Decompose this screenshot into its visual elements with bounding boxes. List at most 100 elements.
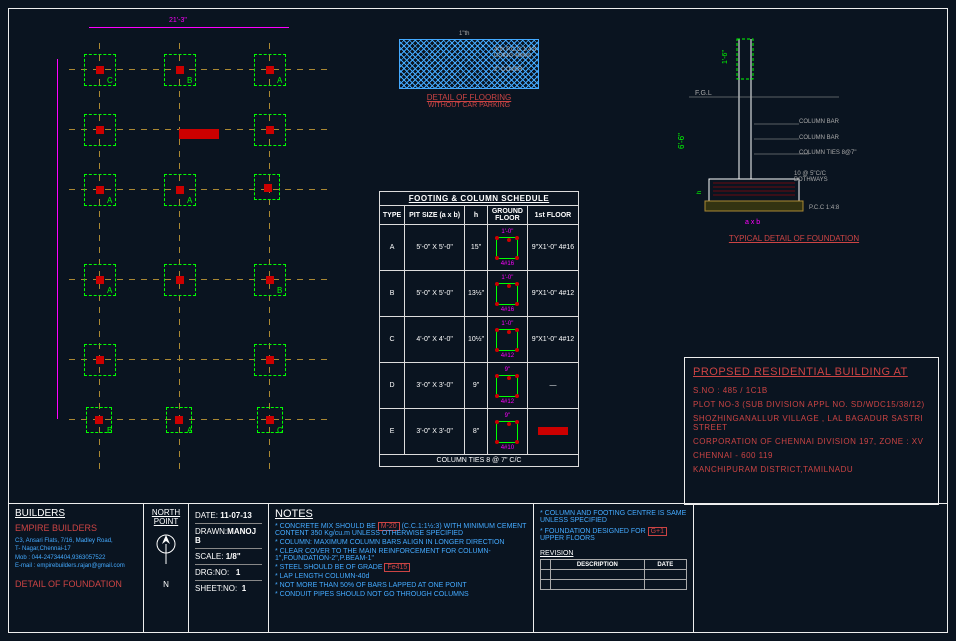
note-item: * CONDUIT PIPES SHOULD NOT GO THROUGH CO… <box>275 591 527 598</box>
svg-text:h: h <box>697 191 703 194</box>
flooring-title: DETAIL OF FLOORING <box>399 93 539 102</box>
drawing-name: DETAIL OF FOUNDATION <box>15 579 137 589</box>
schedule-footer: COLUMN TIES 8 @ 7" C/C <box>380 455 579 467</box>
revision-heading: REVISION <box>540 550 687 557</box>
project-dist: KANCHIPURAM DISTRICT,TAMILNADU <box>693 465 930 474</box>
north-arrow-icon <box>154 532 178 572</box>
note-item: * NOT MORE THAN 50% OF BARS LAPPED AT ON… <box>275 582 527 589</box>
drawn-label: DRAWN: <box>195 527 227 536</box>
foundation-svg: F.G.L a x b 6'-6" 1'-6" h <box>669 29 919 229</box>
note-item: * COLUMN: MAXIMUM COLUMN BARS ALIGN IN L… <box>275 539 527 546</box>
col-label: A <box>187 426 192 435</box>
note-item: * STEEL SHOULD BE OF GRADE Fe415 <box>275 564 527 571</box>
north-letter: N <box>150 580 182 589</box>
schedule-row: B5'-0" X 5'-0"13½" 1'-0"4#16 9"X1'-0" 4#… <box>380 271 579 317</box>
date-value: 11-07-13 <box>220 511 252 520</box>
found-label: 10 @ 5"C/C BOTHWAYS <box>794 171 854 183</box>
extra-note-accent: G+1 <box>648 527 667 536</box>
project-plot: PLOT NO-3 (SUB DIVISION APPL NO. SD/WDC1… <box>693 400 930 409</box>
date-label: DATE: <box>195 511 218 520</box>
schedule-header: 1st FLOOR <box>527 206 578 225</box>
found-label: P.C.C 1:4:8 <box>809 205 839 211</box>
sheet-value: 1 <box>242 584 246 593</box>
svg-text:1'-6": 1'-6" <box>722 50 729 64</box>
col-label: B <box>277 286 282 295</box>
main-drawing-area: 21'-3" C B A A A A B B A <box>9 9 947 504</box>
note-item: * CLEAR COVER TO THE MAIN REINFORCEMENT … <box>275 548 527 562</box>
builders-panel: BUILDERS EMPIRE BUILDERS C3, Ansari Flat… <box>9 504 144 632</box>
revision-table: DESCRIPTIONDATE <box>540 559 687 590</box>
found-label: COLUMN BAR <box>799 135 839 141</box>
svg-text:6'-6": 6'-6" <box>677 133 686 149</box>
col-label: A <box>107 196 112 205</box>
notes-panel: NOTES * CONCRETE MIX SHOULD BE M-20 (C.C… <box>269 504 534 632</box>
schedule-header: GROUND FLOOR <box>487 206 527 225</box>
schedule-header: TYPE <box>380 206 405 225</box>
north-heading: NORTH POINT <box>150 508 182 526</box>
foundation-title: TYPICAL DETAIL OF FOUNDATION <box>669 234 919 243</box>
drgno-value: 1 <box>236 568 240 577</box>
scale-label: SCALE: <box>195 552 223 561</box>
col-label: B <box>187 76 192 85</box>
rev-col: DESCRIPTION <box>551 560 644 570</box>
firm-name: EMPIRE BUILDERS <box>15 523 137 533</box>
svg-text:a x b: a x b <box>745 219 760 226</box>
title-block: BUILDERS EMPIRE BUILDERS C3, Ansari Flat… <box>9 504 947 632</box>
flooring-layer: 2" COVER <box>494 67 522 73</box>
plan-dim-width: 21'-3" <box>169 17 187 24</box>
found-label: COLUMN BAR <box>799 119 839 125</box>
schedule-table: FOOTING & COLUMN SCHEDULE TYPE PIT SIZE … <box>379 191 579 467</box>
notes-heading: NOTES <box>275 508 527 520</box>
schedule-header: PIT SIZE (a x b) <box>405 206 465 225</box>
firm-phone: Mob : 044-24734404,9363057522 <box>15 554 137 562</box>
foundation-plan: 21'-3" C B A A A A B B A <box>69 39 329 469</box>
flooring-layer: 1"th <box>459 31 469 37</box>
svg-text:F.G.L: F.G.L <box>695 90 712 97</box>
schedule-title: FOOTING & COLUMN SCHEDULE <box>380 192 579 206</box>
col-label: C <box>107 76 113 85</box>
red-element <box>179 129 219 139</box>
firm-email: E-mail : empirebuilders.rajan@gmail.com <box>15 562 137 570</box>
flooring-layer: 4"th P.C.C 1:4:8 USING 40mm <box>494 47 554 59</box>
drawing-frame: 21'-3" C B A A A A B B A <box>8 8 948 633</box>
rev-col <box>541 560 551 570</box>
project-info-box: PROPSED RESIDENTIAL BUILDING AT S.NO : 4… <box>684 357 939 505</box>
note-item: * LAP LENGTH COLUMN-40d <box>275 573 527 580</box>
scale-value: 1/8" <box>226 552 241 561</box>
project-corp: CORPORATION OF CHENNAI DIVISION 197, ZON… <box>693 437 930 446</box>
extra-note: UPPER FLOORS <box>540 535 595 542</box>
schedule-header: h <box>465 206 488 225</box>
extra-note: COLUMN AND FOOTING CENTRE IS SAME UNLESS… <box>540 510 686 524</box>
drgno-label: DRG:NO: <box>195 568 229 577</box>
firm-address: T- Nagar,Chennai-17 <box>15 545 137 553</box>
col-label: C <box>277 426 283 435</box>
found-label: COLUMN TIES 8@7" <box>799 150 856 156</box>
schedule-row: C4'-0" X 4'-0"10½" 1'-0"4#12 9"X1'-0" 4#… <box>380 317 579 363</box>
col-label: A <box>107 286 112 295</box>
project-village: SHOZHINGANALLUR VILLAGE , LAL BAGADUR SA… <box>693 414 930 432</box>
rev-row <box>541 570 687 580</box>
owner-panel <box>694 504 947 632</box>
col-label: B <box>107 426 112 435</box>
schedule-row: E3'-0" X 3'-0"8" 9"4#10 <box>380 409 579 455</box>
builders-heading: BUILDERS <box>15 508 137 519</box>
foundation-detail: F.G.L a x b 6'-6" 1'-6" h COLUMN BAR COL… <box>669 29 919 259</box>
rev-row <box>541 580 687 590</box>
project-city: CHENNAI - 600 119 <box>693 451 930 460</box>
north-panel: NORTH POINT N <box>144 504 189 632</box>
extra-notes-panel: * COLUMN AND FOOTING CENTRE IS SAME UNLE… <box>534 504 694 632</box>
schedule-row: A5'-0" X 5'-0"15" 1'-0"4#16 9"X1'-0" 4#1… <box>380 225 579 271</box>
rev-col: DATE <box>644 560 686 570</box>
col-label: A <box>277 76 282 85</box>
extra-note: FOUNDATION DESIGNED FOR <box>545 528 648 535</box>
firm-address: C3, Ansari Flats, 7/16, Madley Road, <box>15 537 137 545</box>
flooring-detail: 1"th 4"th P.C.C 1:4:8 USING 40mm 2" COVE… <box>399 39 539 139</box>
col-label: A <box>187 196 192 205</box>
schedule-row: D3'-0" X 3'-0"9" 9"4#12 — <box>380 363 579 409</box>
project-title: PROPSED RESIDENTIAL BUILDING AT <box>693 366 930 378</box>
flooring-subtitle: WITHOUT CAR PARKING <box>399 102 539 109</box>
sheet-label: SHEET:NO: <box>195 584 237 593</box>
footing-column-schedule: FOOTING & COLUMN SCHEDULE TYPE PIT SIZE … <box>379 191 579 467</box>
note-item: * CONCRETE MIX SHOULD BE M-20 (C.C.1:1½:… <box>275 523 527 537</box>
project-sno: S.NO : 485 / 1C1B <box>693 386 930 395</box>
